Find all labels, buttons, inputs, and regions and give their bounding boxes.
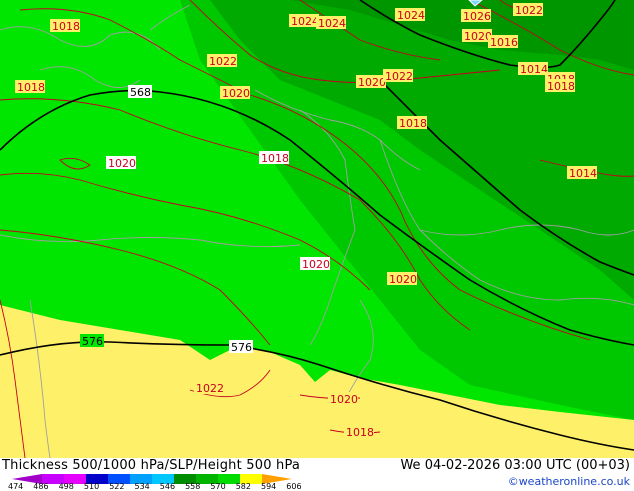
slp-label: 1026 [461, 9, 491, 23]
slp-label: 1020 [387, 272, 417, 286]
slp-label: 1020 [220, 86, 250, 100]
slp-label: 1016 [488, 35, 518, 49]
svg-text:1020: 1020 [464, 30, 492, 43]
weather-map: 1018 1018 1022 1020 1020 1018 1024 1024 … [0, 0, 634, 458]
slp-label: 1018 [344, 425, 374, 439]
height-label: 576 [80, 334, 104, 348]
slp-label: 1024 [316, 16, 346, 30]
slp-label: 1018 [545, 79, 575, 93]
svg-text:1024: 1024 [318, 17, 346, 30]
map-datetime: We 04-02-2026 03:00 UTC (00+03) [400, 458, 630, 473]
slp-label: 1020 [462, 29, 492, 43]
svg-text:1018: 1018 [261, 152, 289, 165]
map-footer: Thickness 500/1000 hPa/SLP/Height 500 hP… [0, 458, 634, 491]
slp-label: 1014 [567, 166, 597, 180]
slp-label: 1024 [395, 8, 425, 22]
svg-text:1016: 1016 [490, 36, 518, 49]
svg-text:1018: 1018 [399, 117, 427, 130]
svg-text:1026: 1026 [463, 10, 491, 23]
map-title: Thickness 500/1000 hPa/SLP/Height 500 hP… [2, 458, 301, 473]
slp-label: 1020 [356, 75, 386, 89]
svg-text:1024: 1024 [397, 9, 425, 22]
slp-label: 1022 [207, 54, 237, 68]
slp-label: 1018 [259, 151, 289, 165]
slp-label: 1018 [397, 116, 427, 130]
svg-text:1022: 1022 [385, 70, 413, 83]
svg-text:1018: 1018 [17, 81, 45, 94]
svg-text:1020: 1020 [302, 258, 330, 271]
slp-label: 1018 [50, 19, 80, 33]
svg-text:576: 576 [231, 341, 252, 354]
slp-label: 1020 [106, 156, 136, 170]
svg-text:1018: 1018 [52, 20, 80, 33]
slp-label: 1020 [300, 257, 330, 271]
svg-text:1020: 1020 [330, 393, 358, 406]
height-label: 568 [128, 85, 152, 99]
slp-label: 1014 [518, 62, 548, 76]
height-label: 576 [229, 340, 253, 354]
slp-label: 1022 [194, 381, 224, 395]
svg-text:1014: 1014 [569, 167, 597, 180]
svg-text:1020: 1020 [108, 157, 136, 170]
slp-label: 1022 [513, 3, 543, 17]
svg-text:1018: 1018 [547, 80, 575, 93]
svg-text:1022: 1022 [209, 55, 237, 68]
svg-text:1020: 1020 [222, 87, 250, 100]
svg-text:1018: 1018 [346, 426, 374, 439]
svg-text:1022: 1022 [515, 4, 543, 17]
slp-label: 1018 [15, 80, 45, 94]
svg-text:1014: 1014 [520, 63, 548, 76]
svg-text:568: 568 [130, 86, 151, 99]
svg-text:1020: 1020 [358, 76, 386, 89]
svg-text:1020: 1020 [389, 273, 417, 286]
svg-text:1024: 1024 [291, 15, 319, 28]
svg-text:576: 576 [82, 335, 103, 348]
svg-text:1022: 1022 [196, 382, 224, 395]
slp-label: 1022 [383, 69, 413, 83]
slp-label: 1024 [289, 14, 319, 28]
slp-label: 1020 [328, 392, 358, 406]
credit-link[interactable]: ©weatheronline.co.uk [508, 475, 630, 488]
